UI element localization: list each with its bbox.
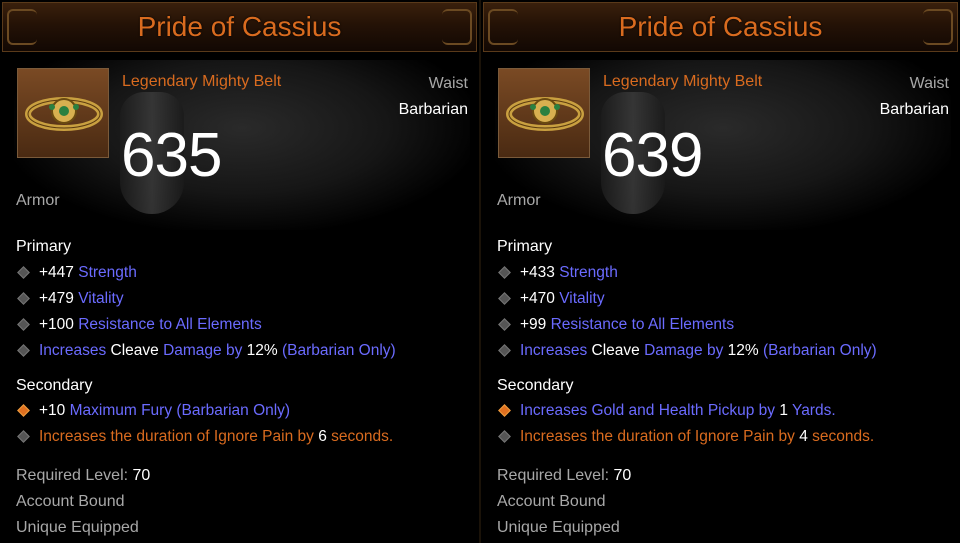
diamond-bullet-icon <box>17 266 30 279</box>
item-icon-frame[interactable] <box>498 68 590 158</box>
required-level: Required Level: 70 <box>497 467 632 484</box>
item-slot: Waist <box>909 75 949 92</box>
belt-icon <box>506 97 584 131</box>
primary-stat-cleave: Increases Cleave Damage by 12% (Barbaria… <box>16 342 396 364</box>
tooltip-header: Pride of Cassius <box>483 2 958 52</box>
item-title: Pride of Cassius <box>137 11 342 42</box>
tooltip-body: Legendary Mighty Belt Waist Barbarian 63… <box>14 60 470 540</box>
primary-label: Primary <box>497 238 553 255</box>
primary-label: Primary <box>16 238 72 255</box>
primary-stat-strength: +433 Strength <box>497 264 618 286</box>
item-slot: Waist <box>428 75 468 92</box>
item-type: Legendary Mighty Belt <box>603 73 763 90</box>
account-bound: Account Bound <box>16 493 125 510</box>
armor-label: Armor <box>16 192 60 209</box>
secondary-label: Secondary <box>16 377 93 394</box>
secondary-stat-1: +10 Maximum Fury (Barbarian Only) <box>16 402 290 424</box>
account-bound: Account Bound <box>497 493 606 510</box>
armor-label: Armor <box>497 192 541 209</box>
primary-stat-resistance: +99 Resistance to All Elements <box>497 316 734 338</box>
item-type: Legendary Mighty Belt <box>122 73 282 90</box>
secondary-stat-2: Increases the duration of Ignore Pain by… <box>16 428 393 450</box>
primary-stat-vitality: +470 Vitality <box>497 290 605 312</box>
primary-stat-cleave: Increases Cleave Damage by 12% (Barbaria… <box>497 342 877 364</box>
tooltip-header: Pride of Cassius <box>2 2 477 52</box>
primary-stat-vitality: +479 Vitality <box>16 290 124 312</box>
item-icon-frame[interactable] <box>17 68 109 158</box>
diamond-bullet-icon <box>17 430 30 443</box>
secondary-stat-2: Increases the duration of Ignore Pain by… <box>497 428 874 450</box>
tooltip-body: Legendary Mighty Belt Waist Barbarian 63… <box>495 60 951 540</box>
diamond-bullet-icon <box>498 292 511 305</box>
unique-equipped: Unique Equipped <box>497 519 620 536</box>
secondary-label: Secondary <box>497 377 574 394</box>
diamond-bullet-icon <box>17 318 30 331</box>
required-level: Required Level: 70 <box>16 467 151 484</box>
secondary-stat-1: Increases Gold and Health Pickup by 1 Ya… <box>497 402 836 424</box>
belt-icon <box>25 97 103 131</box>
primary-stat-resistance: +100 Resistance to All Elements <box>16 316 262 338</box>
diamond-bullet-icon <box>498 344 511 357</box>
item-class: Barbarian <box>879 101 949 118</box>
item-tooltip-left: Pride of Cassius Legendary Mighty Belt W… <box>0 0 479 543</box>
item-tooltip-right: Pride of Cassius Legendary Mighty Belt W… <box>481 0 960 543</box>
diamond-bullet-icon <box>17 292 30 305</box>
item-title: Pride of Cassius <box>618 11 823 42</box>
diamond-bullet-icon <box>498 404 511 417</box>
item-class: Barbarian <box>398 101 468 118</box>
diamond-bullet-icon <box>498 430 511 443</box>
diamond-bullet-icon <box>17 344 30 357</box>
diamond-bullet-icon <box>17 404 30 417</box>
diamond-bullet-icon <box>498 318 511 331</box>
diamond-bullet-icon <box>498 266 511 279</box>
armor-value: 639 <box>602 121 703 190</box>
primary-stat-strength: +447 Strength <box>16 264 137 286</box>
unique-equipped: Unique Equipped <box>16 519 139 536</box>
armor-value: 635 <box>121 121 222 190</box>
